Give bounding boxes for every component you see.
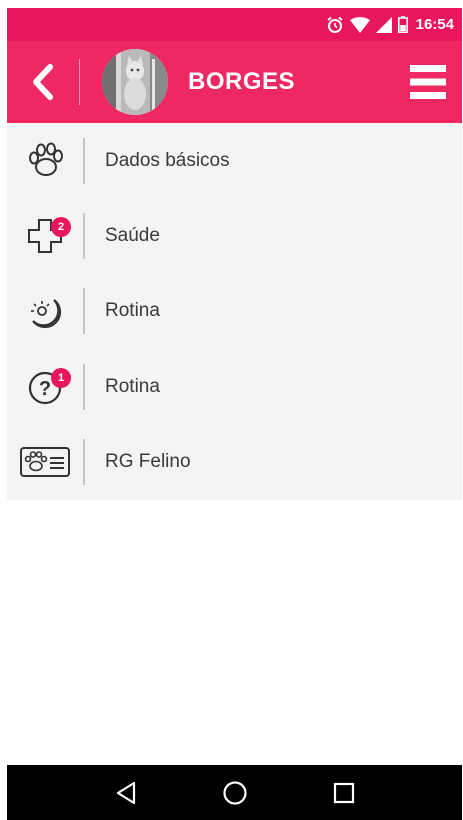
menu-item-icon-wrap [7, 123, 83, 198]
menu-item-icon-wrap: 2 [7, 199, 83, 274]
nav-home-button[interactable] [217, 775, 253, 811]
saude-badge: 2 [51, 216, 71, 237]
menu-item-icon-wrap [7, 274, 83, 349]
pet-name-title: BORGES [188, 68, 296, 95]
nav-back-button[interactable] [108, 775, 144, 811]
alarm-icon [326, 16, 343, 33]
signal-icon [375, 16, 392, 33]
menu-item-icon-wrap: ? 1 [7, 349, 83, 424]
back-button[interactable] [7, 41, 79, 123]
battery-icon [397, 16, 408, 33]
menu-list: Dados básicos 2 Saúde Rotina ? 1 Rotina … [7, 123, 462, 500]
menu-item-icon-wrap [7, 425, 83, 500]
status-time: 16:54 [415, 16, 454, 33]
paw-icon [29, 142, 63, 176]
menu-item-divider [83, 137, 85, 184]
recents-square-icon [333, 782, 354, 803]
phone-screen: 16:54 BORGES Dados básicos 2 Saúde Rotin… [7, 8, 462, 820]
menu-item-saude[interactable]: 2 Saúde [7, 198, 462, 273]
nav-recents-button[interactable] [326, 775, 362, 811]
back-triangle-icon [116, 781, 135, 804]
app-bar-divider [79, 59, 80, 105]
menu-item-label: Saúde [105, 225, 160, 247]
status-icons [326, 16, 408, 34]
svg-text:?: ? [39, 378, 51, 400]
chevron-left-icon [33, 64, 53, 100]
menu-item-label: Dados básicos [105, 149, 230, 171]
menu-item-label: Rotina [105, 375, 160, 397]
pet-avatar[interactable] [102, 49, 168, 115]
wifi-icon [349, 16, 370, 33]
menu-item-rg-felino[interactable]: RG Felino [7, 425, 462, 500]
app-bar: BORGES [7, 41, 462, 123]
menu-item-divider [83, 288, 85, 335]
menu-item-label: RG Felino [105, 451, 191, 473]
menu-item-dados-basicos[interactable]: Dados básicos [7, 123, 462, 198]
menu-button[interactable] [410, 63, 446, 101]
home-circle-icon [222, 780, 247, 805]
hamburger-menu-icon [410, 65, 446, 99]
system-nav-bar [7, 765, 462, 820]
menu-item-divider [83, 363, 85, 410]
menu-item-rotina[interactable]: Rotina [7, 274, 462, 349]
menu-item-label: Rotina [105, 300, 160, 322]
sun-moon-icon [31, 299, 62, 329]
cat-photo [102, 49, 168, 115]
menu-item-divider [83, 213, 85, 260]
menu-item-rotina-2[interactable]: ? 1 Rotina [7, 349, 462, 424]
status-bar: 16:54 [7, 8, 462, 41]
menu-item-divider [83, 439, 85, 486]
id-card-icon [20, 447, 70, 478]
rotina-badge: 1 [51, 368, 71, 389]
